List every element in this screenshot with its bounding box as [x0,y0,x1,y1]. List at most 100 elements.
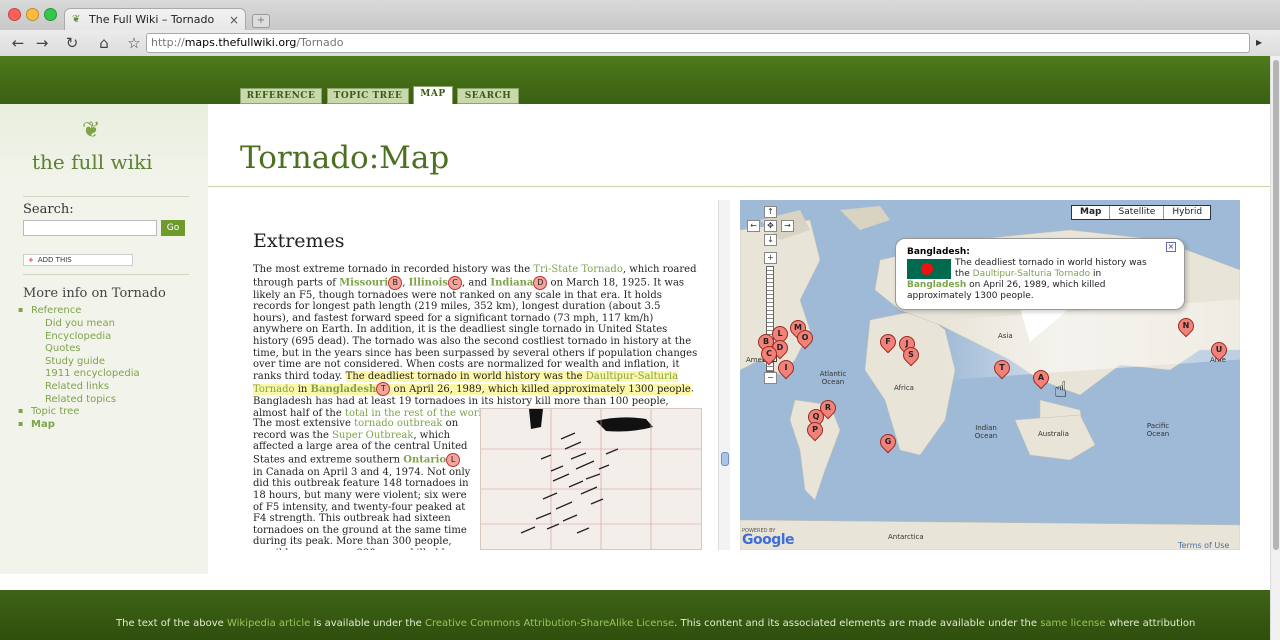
map-pin-c[interactable]: C [448,275,463,290]
marker-label: G [884,437,892,446]
map-type-control[interactable]: Map Satellite Hybrid [1071,205,1212,220]
reload-icon[interactable]: ↻ [62,33,82,53]
sidebar-item-reference[interactable]: Reference [18,305,81,316]
sidebar-item-did-you-mean[interactable]: Did you mean [45,318,115,329]
sidebar-item-encyclopedia[interactable]: Encyclopedia [45,331,111,342]
sidebar-item-topic-tree[interactable]: Topic tree [18,406,80,417]
outbreak-map-drawing [481,409,701,549]
map-pin-l[interactable]: L [446,452,461,467]
forward-icon[interactable]: → [32,33,52,53]
map-label-indian: Indian Ocean [974,424,998,440]
title-divider [208,186,1270,187]
map-type-map-button[interactable]: Map [1072,206,1111,219]
logo-leaf-icon: ❦ [82,118,101,143]
text: The most extensive [253,418,355,429]
minimize-window-button[interactable] [26,8,39,21]
new-tab-button[interactable]: + [252,14,270,28]
close-tab-icon[interactable]: × [229,9,239,31]
outbreak-map-image [480,408,702,550]
google-logo[interactable]: Google [742,532,795,548]
footer-wikipedia-link[interactable]: Wikipedia article [227,618,310,629]
bangladesh-flag-icon [907,259,951,279]
sidebar-item-quotes[interactable]: Quotes [45,343,81,354]
map-pin-t[interactable]: T [376,382,391,397]
pan-center-icon[interactable]: ✥ [764,220,777,232]
map-label-africa: Africa [894,384,914,392]
map-label-atlantic: Atlantic Ocean [819,370,847,386]
addthis-button[interactable]: + ADD THIS [23,254,133,266]
link-tornado-outbreak[interactable]: tornado outbreak [354,418,442,429]
sidebar-item-related-links[interactable]: Related links [45,381,109,392]
link-tri-state-tornado[interactable]: Tri-State Tornado [533,264,623,275]
text: The most extreme tornado in recorded his… [253,264,534,275]
close-icon[interactable]: × [1166,242,1176,252]
sidebar-item-1911-encyclopedia[interactable]: 1911 encyclopedia [45,368,140,379]
pan-right-icon[interactable]: → [781,220,794,232]
link-indiana[interactable]: Indiana [490,277,533,288]
map-type-hybrid-button[interactable]: Hybrid [1164,206,1210,219]
tab-map[interactable]: MAP [413,86,453,104]
link-super-outbreak[interactable]: Super Outbreak [332,430,413,441]
sidebar-item-study-guide[interactable]: Study guide [45,356,105,367]
home-icon[interactable]: ⌂ [94,33,114,53]
address-bar[interactable]: http://maps.thefullwiki.org/Tornado [146,33,1250,53]
link-illinois[interactable]: Illinois [409,277,448,288]
text: on April 26, 1989, which killed approxim… [390,383,691,395]
url-domain: maps.thefullwiki.org [184,36,297,49]
marker-label: P [812,425,818,434]
sidebar-item-related-topics[interactable]: Related topics [45,394,116,405]
page-whitespace [0,574,1270,590]
footer-license-text: The text of the above Wikipedia article … [116,618,1195,629]
link-bangladesh[interactable]: Bangladesh [311,384,377,395]
text: . This content and its associated elemen… [674,618,1041,629]
tab-bar: ❦ The Full Wiki – Tornado × + [0,0,1280,32]
close-window-button[interactable] [8,8,21,21]
map-pin-d[interactable]: D [533,275,548,290]
text: is available under the [310,618,425,629]
pan-up-icon[interactable]: ↑ [764,206,777,218]
map-type-satellite-button[interactable]: Satellite [1110,206,1165,219]
article-scrollbar-thumb[interactable] [721,452,729,466]
terms-of-use-link[interactable]: Terms of Use [1178,541,1229,550]
divider [23,196,189,197]
page-title: Tornado:Map [240,140,450,176]
pan-down-icon[interactable]: ↓ [764,234,777,246]
info-window-title: Bangladesh: [907,247,970,257]
article-pane[interactable]: Extremes The most extreme tornado in rec… [240,200,716,550]
search-input[interactable] [23,220,157,236]
tab-topic-tree[interactable]: TOPIC TREE [327,88,409,104]
marker-label: S [908,350,914,359]
footer-cc-license-link[interactable]: Creative Commons Attribution-ShareAlike … [425,618,674,629]
back-icon[interactable]: ← [8,33,28,53]
page-scrollbar[interactable] [1270,56,1280,640]
plus-icon: + [28,256,34,264]
zoom-in-icon[interactable]: + [764,252,777,264]
page-scrollbar-thumb[interactable] [1273,60,1279,550]
zoom-out-icon[interactable]: − [764,372,777,384]
info-link-daultipur[interactable]: Daultipur-Salturia Tornado [973,269,1090,279]
sidebar-item-map[interactable]: Map [18,419,55,430]
pan-left-icon[interactable]: ← [747,220,760,232]
page-menu-icon[interactable]: ▸ [1256,35,1262,49]
info-link-bangladesh[interactable]: Bangladesh [907,280,966,290]
map-label-antarctica: Antarctica [888,533,924,541]
url-path: /Tornado [296,36,344,49]
link-missouri[interactable]: Missouri [339,277,388,288]
marker-label: O [801,333,809,342]
browser-toolbar: ← → ↻ ⌂ ☆ http://maps.thefullwiki.org/To… [0,30,1280,56]
browser-tab[interactable]: ❦ The Full Wiki – Tornado × [64,8,246,32]
tab-reference[interactable]: REFERENCE [240,88,322,104]
map-pin-b[interactable]: B [388,275,403,290]
go-button[interactable]: Go [161,220,185,236]
article-scrollbar[interactable] [718,200,730,550]
footer-same-license-link[interactable]: same license [1040,618,1105,629]
bookmark-star-icon[interactable]: ☆ [124,33,144,53]
text: in Canada on April 3 and 4, 1974. Not on… [253,466,471,550]
map-label-australia: Australia [1038,430,1069,438]
zoom-window-button[interactable] [44,8,57,21]
link-ontario[interactable]: Ontario [403,454,446,465]
marker-label: A [1037,373,1045,382]
hand-cursor-icon: ☝ [1054,378,1068,403]
site-header-bar [0,56,1270,104]
tab-search[interactable]: SEARCH [457,88,519,104]
